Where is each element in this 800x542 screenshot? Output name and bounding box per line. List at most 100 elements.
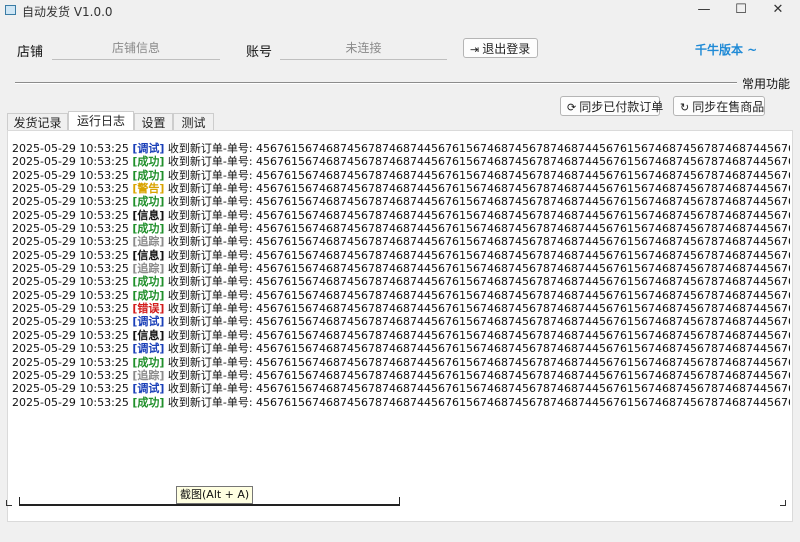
log-message: 收到新订单-单号: 456761567468745678746874456761… <box>167 155 790 169</box>
logout-button[interactable]: ⇥ 退出登录 <box>463 38 538 58</box>
tab-run-log[interactable]: 运行日志 <box>68 111 134 131</box>
log-row: 2025-05-29 10:53:25 [成功] 收到新订单-单号: 45676… <box>12 155 790 168</box>
horizontal-scrollbar[interactable] <box>6 496 786 508</box>
log-time: 2025-05-29 10:53:25 <box>12 368 133 382</box>
log-level-badge: [信息] <box>132 328 165 342</box>
sync-onsale-label: 同步在售商品 <box>692 100 765 114</box>
log-row: 2025-05-29 10:53:25 [成功] 收到新订单-单号: 45676… <box>12 275 790 288</box>
log-time: 2025-05-29 10:53:25 <box>12 395 133 409</box>
section-title: 常用功能 <box>742 77 791 91</box>
log-time: 2025-05-29 10:53:25 <box>12 275 133 289</box>
log-message: 收到新订单-单号: 456761567468745678746874456761… <box>167 235 790 249</box>
log-row: 2025-05-29 10:53:25 [追踪] 收到新订单-单号: 45676… <box>12 369 790 382</box>
log-level-badge: [成功] <box>132 155 165 169</box>
log-row: 2025-05-29 10:53:25 [警告] 收到新订单-单号: 45676… <box>12 182 790 195</box>
sync-paid-orders-button[interactable]: ⟳ 同步已付款订单 <box>560 96 664 116</box>
log-level-badge: [成功] <box>132 288 165 302</box>
log-message: 收到新订单-单号: 456761567468745678746874456761… <box>167 382 790 396</box>
log-level-badge: [警告] <box>132 182 165 196</box>
sync-onsale-goods-button[interactable]: ↻ 同步在售商品 <box>673 96 765 116</box>
log-message: 收到新订单-单号: 456761567468745678746874456761… <box>167 368 790 382</box>
log-level-badge: [成功] <box>132 395 165 409</box>
log-level-badge: [调试] <box>132 142 165 155</box>
screenshot-tooltip: 截图(Alt + A) <box>176 486 254 504</box>
log-message: 收到新订单-单号: 456761567468745678746874456761… <box>167 395 790 409</box>
log-message: 收到新订单-单号: 456761567468745678746874456761… <box>167 315 790 329</box>
tab-settings[interactable]: 设置 <box>134 113 173 131</box>
log-row: 2025-05-29 10:53:25 [信息] 收到新订单-单号: 45676… <box>12 209 790 222</box>
store-field[interactable]: 店铺信息 <box>52 37 220 60</box>
log-time: 2025-05-29 10:53:25 <box>12 248 133 262</box>
version-link[interactable]: 千牛版本 ~ <box>695 41 757 58</box>
log-level-badge: [成功] <box>132 195 165 209</box>
log-row: 2025-05-29 10:53:25 [调试] 收到新订单-单号: 45676… <box>12 382 790 395</box>
log-time: 2025-05-29 10:53:25 <box>12 235 133 249</box>
log-row: 2025-05-29 10:53:25 [调试] 收到新订单-单号: 45676… <box>12 315 790 328</box>
log-row: 2025-05-29 10:53:25 [信息] 收到新订单-单号: 45676… <box>12 249 790 262</box>
log-row: 2025-05-29 10:53:25 [调试] 收到新订单-单号: 45676… <box>12 342 790 355</box>
log-time: 2025-05-29 10:53:25 <box>12 155 133 169</box>
log-level-badge: [成功] <box>132 168 165 182</box>
log-level-badge: [成功] <box>132 222 165 236</box>
scroll-left-corner <box>6 500 12 506</box>
log-message: 收到新订单-单号: 456761567468745678746874456761… <box>167 275 790 289</box>
log-level-badge: [调试] <box>132 382 165 396</box>
scroll-right-corner <box>780 500 786 506</box>
log-row: 2025-05-29 10:53:25 [成功] 收到新订单-单号: 45676… <box>12 289 790 302</box>
log-list[interactable]: 2025-05-29 10:53:25 [调试] 收到新订单-单号: 45676… <box>12 142 790 512</box>
log-time: 2025-05-29 10:53:25 <box>12 182 133 196</box>
log-time: 2025-05-29 10:53:25 <box>12 382 133 396</box>
account-label: 账号 <box>246 45 273 60</box>
app-icon <box>5 5 16 15</box>
title-bar: 自动发货 V1.0.0 — ☐ ✕ <box>0 0 800 22</box>
log-message: 收到新订单-单号: 456761567468745678746874456761… <box>167 248 790 262</box>
log-message: 收到新订单-单号: 456761567468745678746874456761… <box>167 195 790 209</box>
log-row: 2025-05-29 10:53:25 [成功] 收到新订单-单号: 45676… <box>12 195 790 208</box>
log-message: 收到新订单-单号: 456761567468745678746874456761… <box>167 182 790 196</box>
log-message: 收到新订单-单号: 456761567468745678746874456761… <box>167 328 790 342</box>
log-time: 2025-05-29 10:53:25 <box>12 288 133 302</box>
log-message: 收到新订单-单号: 456761567468745678746874456761… <box>167 262 790 276</box>
tab-test[interactable]: 测试 <box>173 113 214 131</box>
logout-label: 退出登录 <box>482 42 531 56</box>
log-message: 收到新订单-单号: 456761567468745678746874456761… <box>167 208 790 222</box>
log-message: 收到新订单-单号: 456761567468745678746874456761… <box>167 168 790 182</box>
log-level-badge: [调试] <box>132 342 165 356</box>
log-row: 2025-05-29 10:53:25 [成功] 收到新订单-单号: 45676… <box>12 222 790 235</box>
log-time: 2025-05-29 10:53:25 <box>12 168 133 182</box>
log-message: 收到新订单-单号: 456761567468745678746874456761… <box>167 355 790 369</box>
log-time: 2025-05-29 10:53:25 <box>12 302 133 316</box>
log-time: 2025-05-29 10:53:25 <box>12 328 133 342</box>
sync-icon: ⟳ <box>567 101 577 114</box>
maximize-button[interactable]: ☐ <box>723 0 759 20</box>
section-divider <box>15 82 737 84</box>
account-field[interactable]: 未连接 <box>280 37 447 60</box>
log-message: 收到新订单-单号: 456761567468745678746874456761… <box>167 342 790 356</box>
window-title: 自动发货 V1.0.0 <box>22 5 113 19</box>
log-time: 2025-05-29 10:53:25 <box>12 208 133 222</box>
refresh-icon: ↻ <box>680 101 690 114</box>
log-message: 收到新订单-单号: 456761567468745678746874456761… <box>167 288 790 302</box>
log-message: 收到新订单-单号: 456761567468745678746874456761… <box>167 142 790 155</box>
log-row: 2025-05-29 10:53:25 [追踪] 收到新订单-单号: 45676… <box>12 235 790 248</box>
minimize-button[interactable]: — <box>686 0 722 20</box>
logout-icon: ⇥ <box>470 43 480 56</box>
log-time: 2025-05-29 10:53:25 <box>12 222 133 236</box>
log-time: 2025-05-29 10:53:25 <box>12 195 133 209</box>
log-time: 2025-05-29 10:53:25 <box>12 355 133 369</box>
sync-paid-label: 同步已付款订单 <box>579 100 664 114</box>
log-time: 2025-05-29 10:53:25 <box>12 262 133 276</box>
log-level-badge: [追踪] <box>132 235 165 249</box>
log-panel: 2025-05-29 10:53:25 [调试] 收到新订单-单号: 45676… <box>7 130 793 522</box>
log-row: 2025-05-29 10:53:25 [成功] 收到新订单-单号: 45676… <box>12 396 790 409</box>
tab-shipping-records[interactable]: 发货记录 <box>7 113 68 131</box>
close-button[interactable]: ✕ <box>760 0 796 20</box>
log-time: 2025-05-29 10:53:25 <box>12 315 133 329</box>
log-row: 2025-05-29 10:53:25 [信息] 收到新订单-单号: 45676… <box>12 329 790 342</box>
log-level-badge: [成功] <box>132 275 165 289</box>
log-row: 2025-05-29 10:53:25 [成功] 收到新订单-单号: 45676… <box>12 356 790 369</box>
store-label: 店铺 <box>17 45 44 60</box>
log-level-badge: [调试] <box>132 315 165 329</box>
log-time: 2025-05-29 10:53:25 <box>12 342 133 356</box>
log-level-badge: [追踪] <box>132 368 165 382</box>
